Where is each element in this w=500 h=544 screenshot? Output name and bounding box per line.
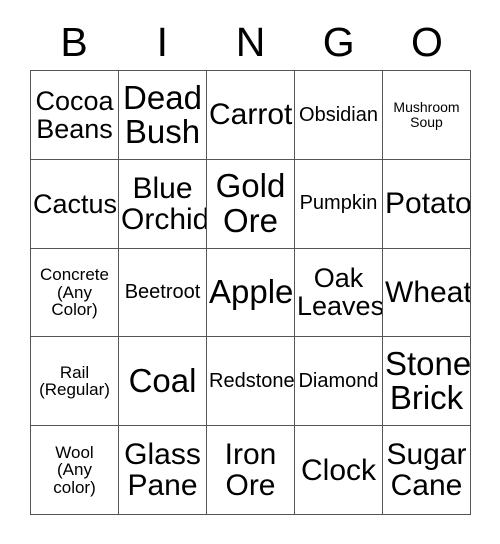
bingo-cell-label: Obsidian — [299, 103, 378, 126]
bingo-cell-label: Potato — [385, 187, 471, 221]
bingo-grid: Cocoa Beans Dead Bush Carrot Obsidian Mushro… — [30, 70, 471, 515]
bingo-cell[interactable]: Blue Orchid — [119, 159, 207, 249]
bingo-cell-label: Wheat — [385, 275, 471, 309]
bingo-cell[interactable]: Beetroot — [119, 248, 207, 338]
bingo-cell-label: Apple — [209, 273, 294, 311]
bingo-cell-label: Redstone — [209, 369, 295, 392]
bingo-cell-label: Sugar Cane — [386, 437, 467, 503]
bingo-cell[interactable]: Iron Ore — [207, 426, 295, 515]
bingo-cell[interactable]: Redstone — [207, 337, 295, 427]
bingo-cell-label: Pumpkin — [299, 192, 378, 215]
bingo-cell-label: Rail (Regular) — [39, 362, 110, 400]
bingo-cell[interactable]: Wool (Any color) — [31, 426, 119, 515]
bingo-cell-label: Wool (Any color) — [53, 442, 96, 497]
bingo-cell[interactable]: Carrot — [207, 71, 295, 160]
bingo-cell[interactable]: Gold Ore — [207, 159, 295, 249]
bingo-header-letter-i: I — [156, 18, 168, 65]
bingo-cell-label: Cocoa Beans — [35, 85, 114, 144]
bingo-cell-label: Iron Ore — [224, 437, 277, 503]
bingo-cell-label: Beetroot — [124, 281, 201, 304]
bingo-cell[interactable]: Pumpkin — [295, 159, 383, 249]
bingo-cell[interactable]: Obsidian — [295, 71, 383, 160]
bingo-cell[interactable]: Diamond — [295, 337, 383, 427]
bingo-cell[interactable]: Mushroom Soup — [383, 71, 471, 160]
bingo-cell[interactable]: Potato — [383, 159, 471, 249]
bingo-header-letter-o: O — [410, 18, 443, 65]
bingo-cell-label: Cactus — [33, 188, 118, 219]
bingo-cell-label: Mushroom Soup — [393, 99, 460, 130]
bingo-cell-label: Blue Orchid — [121, 171, 207, 236]
bingo-cell-label: Dead Bush — [123, 78, 202, 150]
bingo-cell[interactable]: Cactus — [31, 159, 119, 249]
bingo-header-letter-n: N — [235, 18, 266, 65]
bingo-cell[interactable]: Sugar Cane — [383, 426, 471, 515]
bingo-cell[interactable]: Dead Bush — [119, 71, 207, 160]
bingo-cell-label: Stone Brick — [385, 344, 471, 417]
bingo-cell[interactable]: Stone Brick — [383, 337, 471, 427]
bingo-cell-label: Gold Ore — [215, 167, 286, 239]
bingo-cell[interactable]: Apple — [207, 248, 295, 338]
bingo-cell[interactable]: Cocoa Beans — [31, 71, 119, 160]
bingo-cell-label: Diamond — [298, 369, 379, 392]
bingo-card: B I N G O Cocoa Beans Dead Bush Carrot Obsi… — [0, 0, 500, 544]
bingo-cell-label: Glass Pane — [124, 437, 201, 503]
bingo-cell[interactable]: Wheat — [383, 248, 471, 338]
bingo-cell-label: Carrot — [209, 98, 293, 132]
bingo-cell-label: Clock — [300, 453, 376, 487]
bingo-cell[interactable]: Rail (Regular) — [31, 337, 119, 427]
bingo-header-letter-g: G — [322, 18, 355, 65]
bingo-cell-label: Coal — [128, 362, 197, 400]
bingo-cell-label: Oak Leaves — [297, 263, 383, 322]
bingo-cell[interactable]: Glass Pane — [119, 426, 207, 515]
bingo-cell[interactable]: Oak Leaves — [295, 248, 383, 338]
bingo-cell[interactable]: Coal — [119, 337, 207, 427]
bingo-cell[interactable]: Clock — [295, 426, 383, 515]
bingo-header: B I N G O — [30, 14, 471, 70]
bingo-cell-label: Concrete (Any Color) — [40, 264, 109, 320]
bingo-header-letter-b: B — [60, 18, 88, 65]
bingo-cell[interactable]: Concrete (Any Color) — [31, 248, 119, 338]
